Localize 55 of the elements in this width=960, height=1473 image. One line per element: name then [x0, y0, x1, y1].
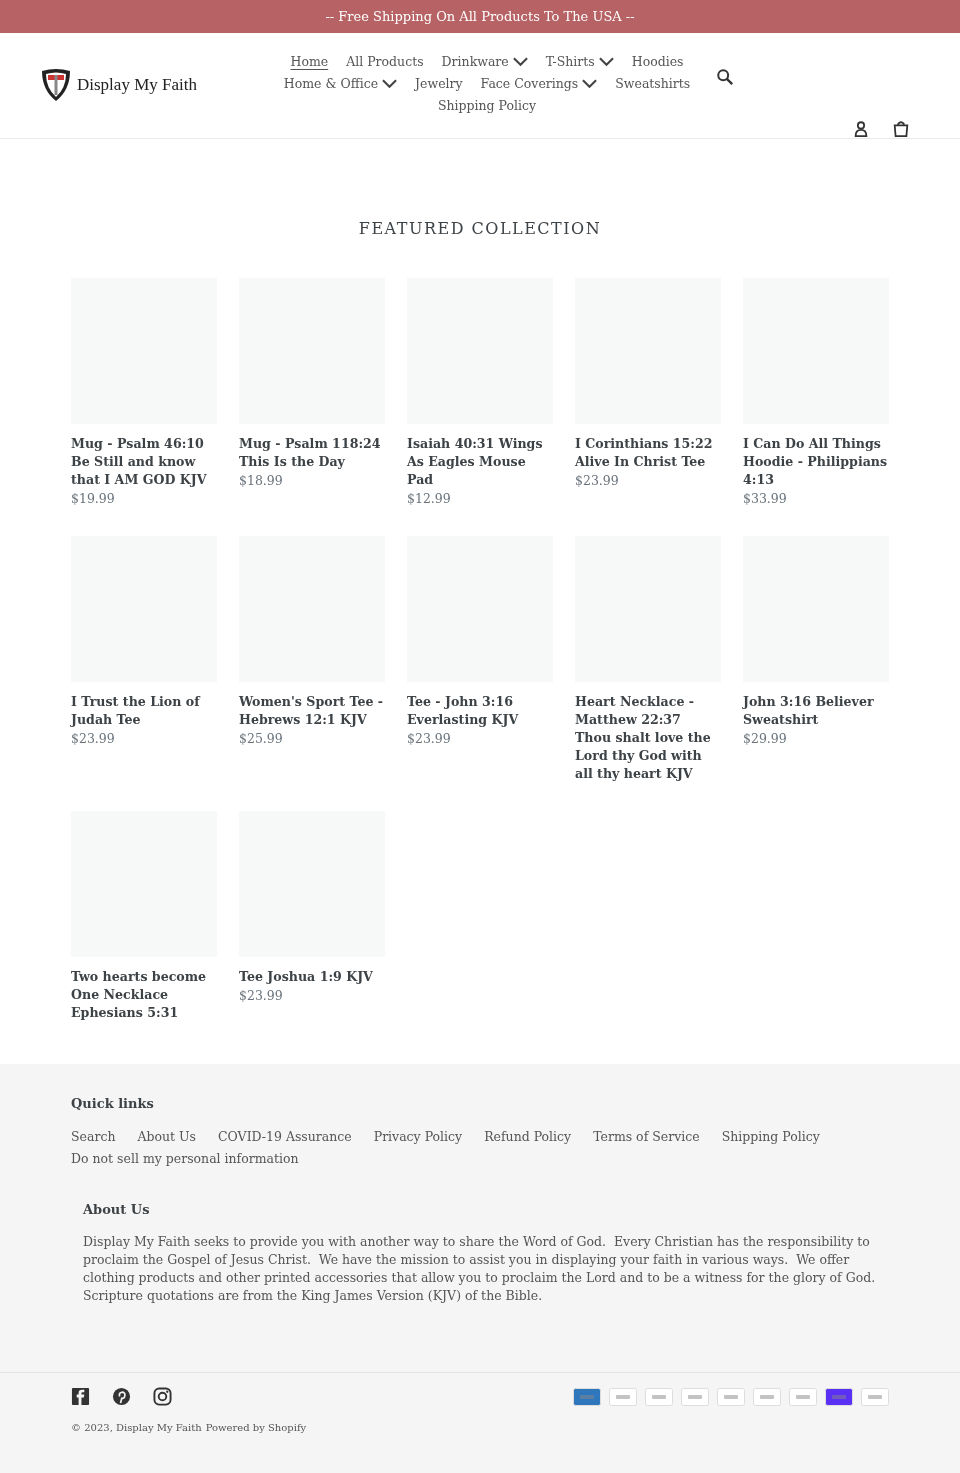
facebook-icon[interactable] [71, 1387, 90, 1406]
nav-link[interactable]: Jewelry [415, 74, 463, 93]
shield-logo-icon [40, 68, 72, 102]
product-price: $23.99 [71, 730, 116, 748]
about-text: Display My Faith seeks to provide you with another way to share the Word of God. Every Christian has the responsibility to proclaim the Gospel of Jesus Christ. We have the mission to assist you in displaying your faith in various ways. We offer clothing products and other printed accessories that allow you to proclaim the Lord and to be a witness for the glory of God. Scripture quotations are from the King James Version (KJV) of the Bible. [83, 1233, 877, 1305]
product-price: $23.99 [407, 730, 452, 748]
announcement-bar: -- Free Shipping On All Products To The USA -- [0, 0, 960, 33]
product-title[interactable]: Tee Joshua 1:9 KJV [239, 968, 385, 986]
footer-heading: About Us [83, 1202, 151, 1217]
product-price: $33.99 [743, 490, 788, 508]
search-icon[interactable] [716, 68, 734, 86]
footer-link[interactable]: Search [71, 1127, 116, 1146]
logo[interactable]: Display My Faith [40, 68, 240, 102]
product-price: $12.99 [407, 490, 452, 508]
product-price: $19.99 [71, 490, 116, 508]
section-title: FEATURED COLLECTION [357, 219, 603, 238]
product-title[interactable]: John 3:16 Believer Sweatshirt [743, 693, 889, 729]
nav-link[interactable]: Face Coverings [480, 74, 598, 93]
product-title[interactable]: I Can Do All Things Hoodie - Philippians 4:13 [743, 435, 889, 489]
footer-link[interactable]: Refund Policy [484, 1127, 572, 1146]
account-icon[interactable] [852, 120, 870, 138]
footer-link[interactable]: Privacy Policy [373, 1127, 463, 1146]
copyright-text: © 2023, Display My Faith [71, 1422, 202, 1433]
footer-link[interactable]: Shipping Policy [721, 1127, 820, 1146]
product-title[interactable]: Two hearts become One Necklace Ephesians 5:31 [71, 968, 217, 1022]
product-title[interactable]: Women's Sport Tee - Hebrews 12:1 KJV [239, 693, 385, 729]
nav-link[interactable]: T-Shirts [545, 52, 614, 71]
product-title[interactable]: Mug - Psalm 46:10 Be Still and know that I AM GOD KJV [71, 435, 217, 489]
product-title[interactable]: Isaiah 40:31 Wings As Eagles Mouse Pad [407, 435, 553, 489]
product-price: $25.99 [239, 730, 284, 748]
nav-link[interactable]: Hoodies [631, 52, 684, 71]
product-price: $29.99 [743, 730, 788, 748]
footer-link[interactable]: Terms of Service [593, 1127, 700, 1146]
nav-link[interactable]: Sweatshirts [615, 74, 691, 93]
product-price: $23.99 [575, 472, 620, 490]
product-price: $23.99 [239, 987, 284, 1005]
footer-heading: Quick links [71, 1096, 155, 1111]
powered-by-link[interactable]: Powered by Shopify [205, 1422, 307, 1433]
product-price: $18.99 [239, 472, 284, 490]
footer-link[interactable]: About Us [137, 1127, 196, 1146]
nav-link[interactable]: All Products [346, 52, 424, 71]
pinterest-icon[interactable] [112, 1387, 131, 1406]
product-title[interactable]: Tee - John 3:16 Everlasting KJV [407, 693, 553, 729]
product-title[interactable]: I Trust the Lion of Judah Tee [71, 693, 217, 729]
footer-link[interactable]: Do not sell my personal information [71, 1149, 299, 1168]
product-title[interactable]: Mug - Psalm 118:24 This Is the Day [239, 435, 385, 471]
instagram-icon[interactable] [153, 1387, 172, 1406]
cart-icon[interactable] [892, 120, 910, 138]
product-title[interactable]: I Corinthians 15:22 Alive In Christ Tee [575, 435, 721, 471]
nav-link[interactable]: Home [290, 52, 329, 71]
footer-link[interactable]: COVID-19 Assurance [218, 1127, 352, 1146]
nav-link[interactable]: Drinkware [441, 52, 528, 71]
product-title[interactable]: Heart Necklace - Matthew 22:37 Thou shalt love the Lord thy God with all thy heart KJV [575, 693, 721, 783]
nav-link[interactable]: Shipping Policy [437, 96, 537, 115]
nav-link[interactable]: Home & Office [283, 74, 398, 93]
